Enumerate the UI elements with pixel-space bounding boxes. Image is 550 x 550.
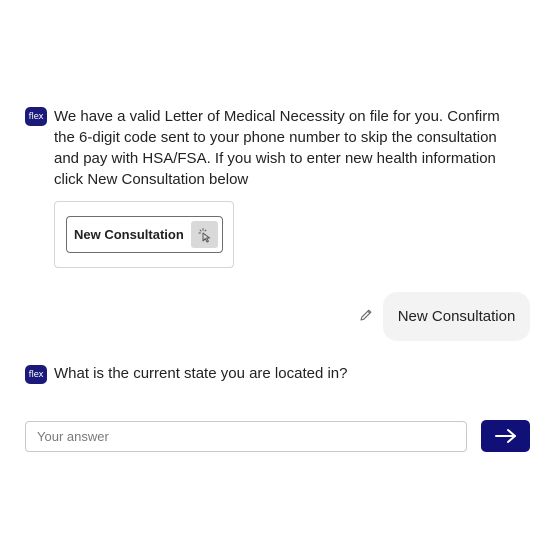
arrow-right-icon bbox=[494, 429, 516, 443]
answer-input[interactable] bbox=[25, 421, 467, 452]
bot-message-text: We have a valid Letter of Medical Necess… bbox=[54, 108, 500, 188]
user-message-bubble: New Consultation bbox=[383, 292, 530, 341]
chat-page: flex We have a valid Letter of Medical N… bbox=[0, 0, 550, 550]
user-message-text: New Consultation bbox=[397, 308, 516, 325]
bot-question-text: What is the current state you are locate… bbox=[54, 365, 348, 382]
cursor-click-icon bbox=[191, 221, 218, 248]
action-card: New Consultation bbox=[54, 201, 234, 268]
flex-avatar: flex bbox=[25, 365, 47, 384]
new-consultation-button[interactable]: New Consultation bbox=[66, 216, 223, 253]
new-consultation-button-label: New Consultation bbox=[74, 227, 184, 242]
pencil-icon[interactable] bbox=[358, 307, 374, 323]
send-button[interactable] bbox=[481, 420, 530, 452]
flex-avatar: flex bbox=[25, 107, 47, 126]
